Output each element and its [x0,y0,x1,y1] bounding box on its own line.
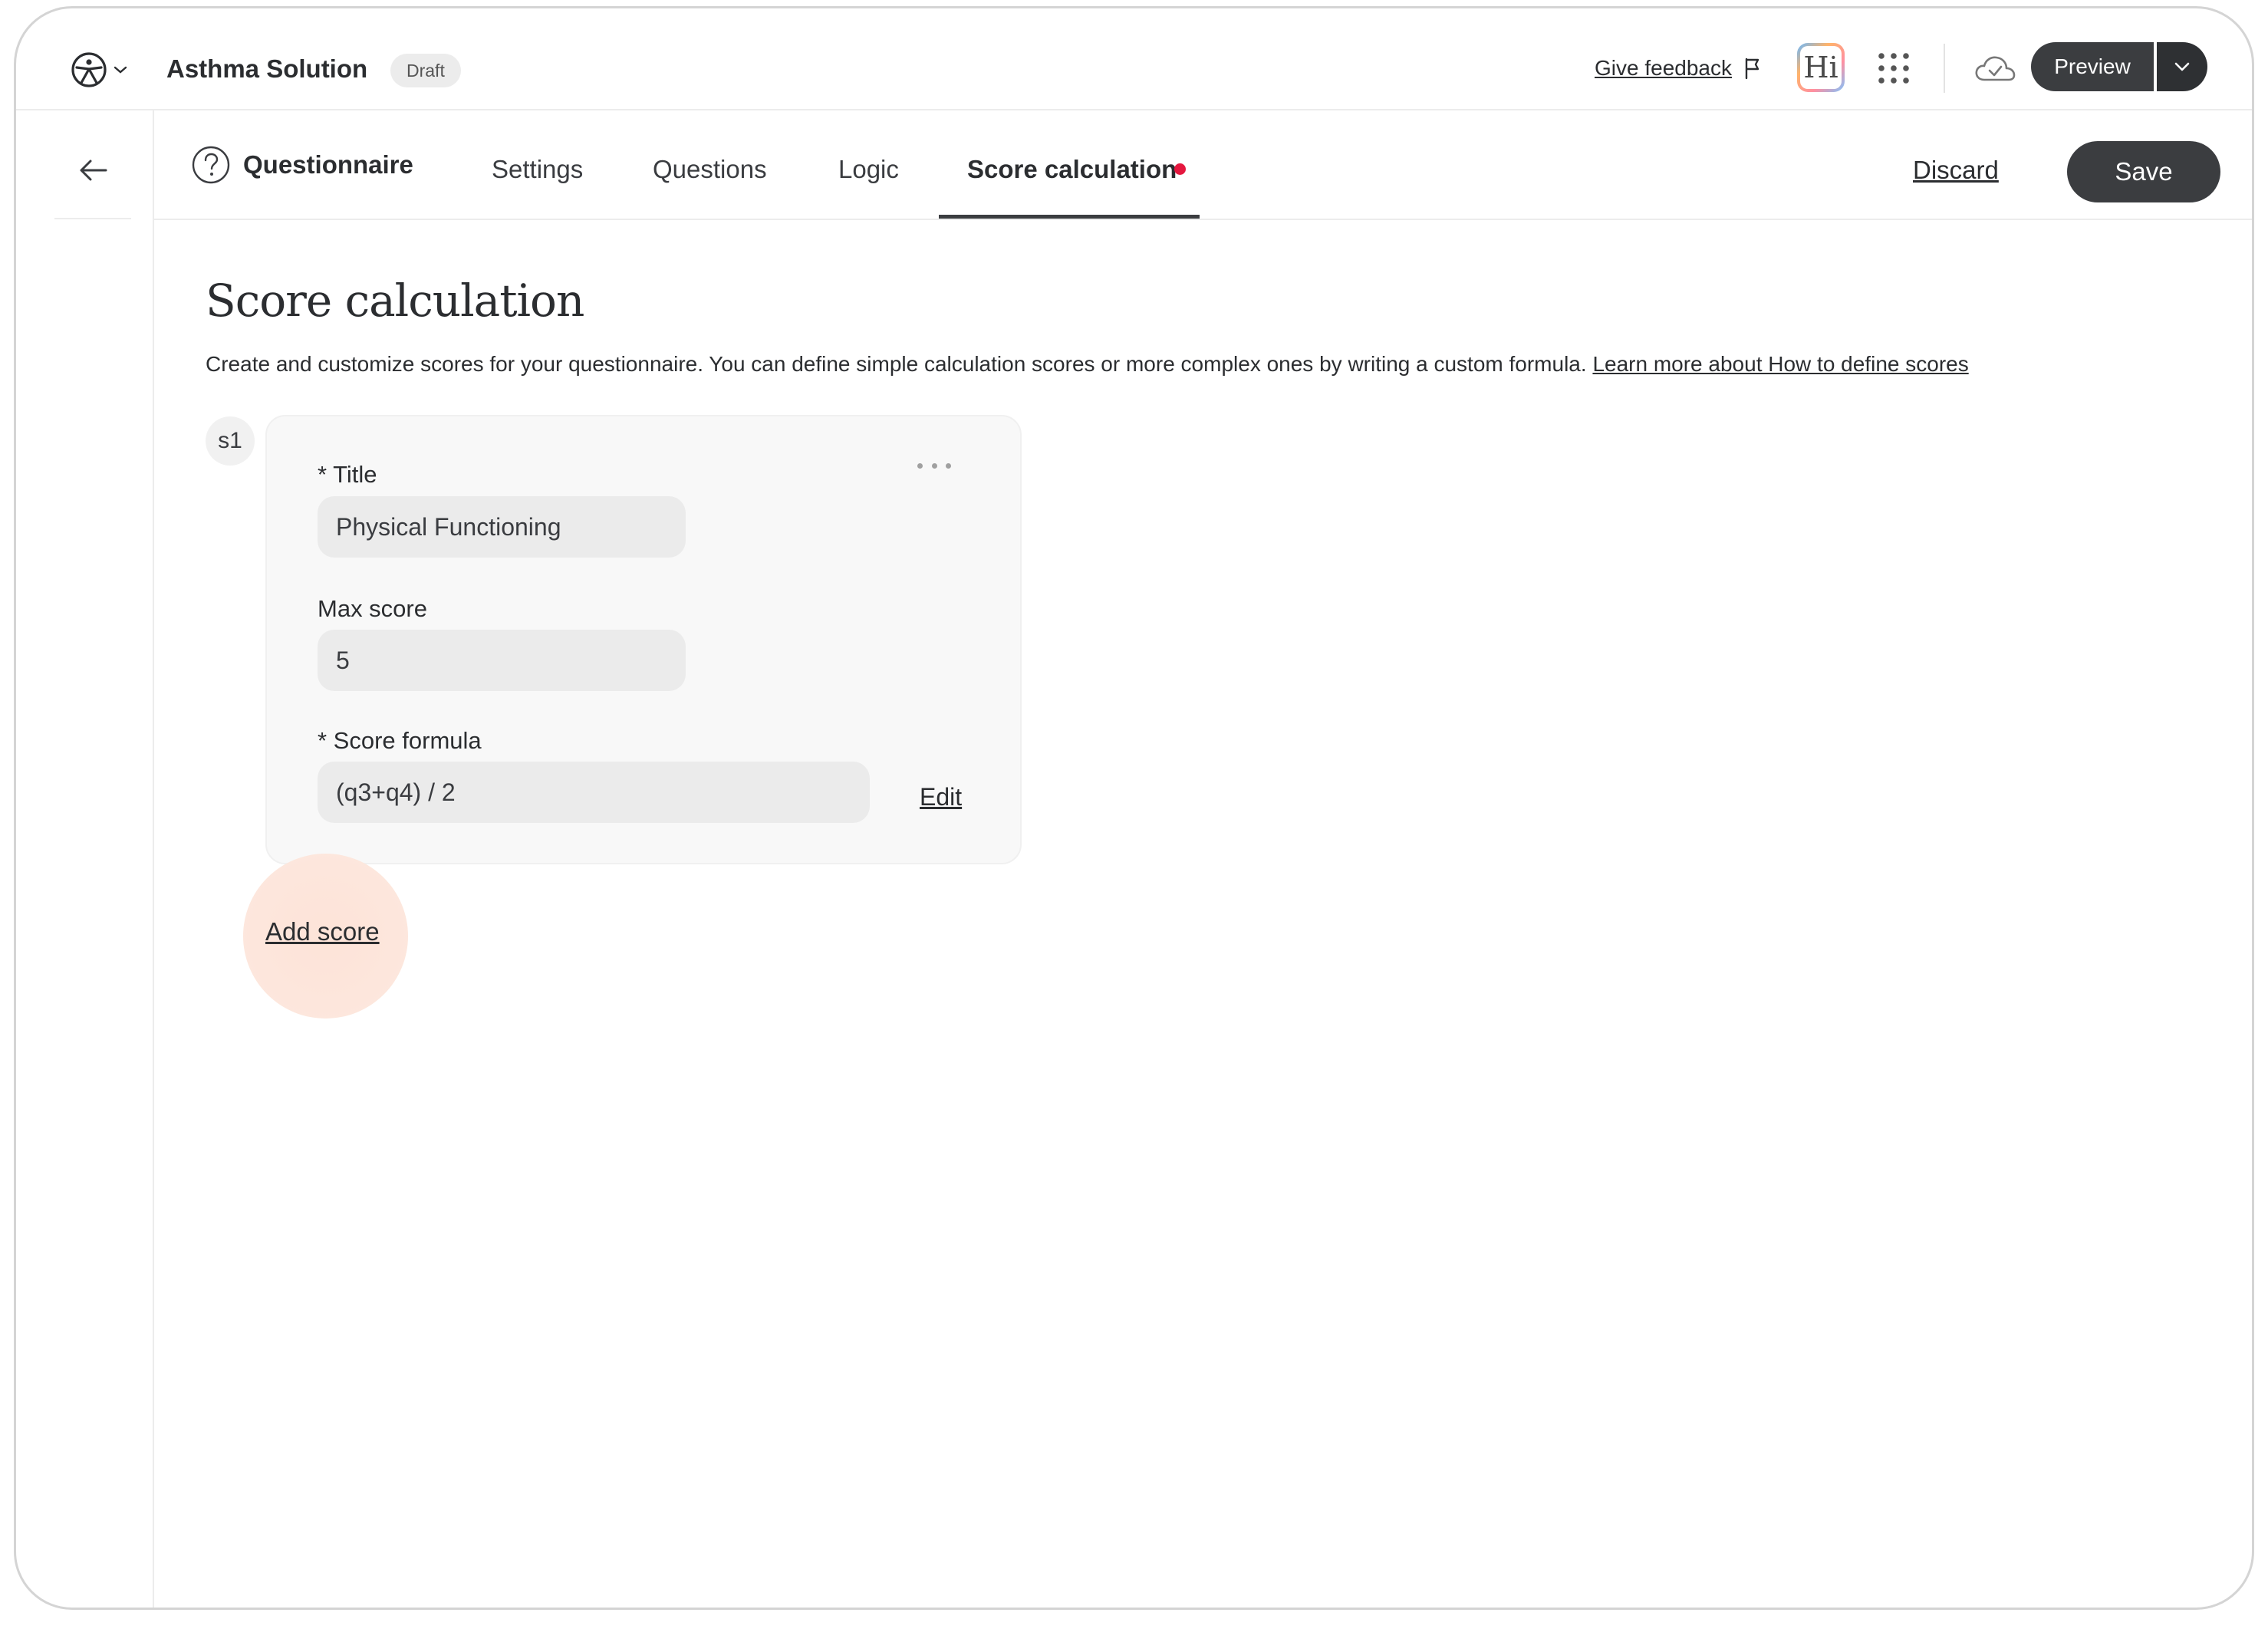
top-header: Asthma Solution Draft Give feedback Hi P… [16,8,2252,110]
page-description: Create and customize scores for your que… [206,352,1969,377]
tab-logic[interactable]: Logic [838,155,899,184]
apps-grid-icon[interactable] [1877,51,1911,85]
chevron-down-icon [114,66,127,74]
cloud-check-icon [1975,56,2016,81]
editor-tabs-bar: Questionnaire Settings Questions Logic S… [154,110,2252,220]
discard-button[interactable]: Discard [1913,156,1999,185]
question-circle-icon [192,146,230,184]
tab-settings[interactable]: Settings [492,155,583,184]
tab-score-calculation[interactable]: Score calculation [967,155,1177,184]
questionnaire-label: Questionnaire [243,150,413,179]
workspace-switcher[interactable] [70,48,131,91]
save-button[interactable]: Save [2067,141,2220,202]
add-score-button[interactable]: Add score [265,917,380,946]
page-description-text: Create and customize scores for your que… [206,352,1587,376]
arrow-left-icon[interactable] [77,153,110,187]
app-title: Asthma Solution [166,54,368,83]
max-score-label: Max score [318,595,427,622]
score-title-input[interactable] [318,496,686,558]
edit-formula-link[interactable]: Edit [920,783,962,811]
page-title: Score calculation [206,275,584,327]
title-field-label: * Title [318,461,377,488]
preview-options-button[interactable] [2157,42,2207,91]
status-badge: Draft [390,54,461,87]
hi-assistant-button[interactable]: Hi [1797,43,1845,92]
preview-button[interactable]: Preview [2031,42,2154,91]
learn-more-link[interactable]: Learn more about How to define scores [1592,352,1968,376]
score-card: * Title Max score * Score formula Edit [265,415,1022,864]
more-horizontal-icon[interactable] [917,458,951,473]
questionnaire-heading: Questionnaire [191,145,413,185]
flag-icon [1745,58,1759,80]
unsaved-changes-dot [1174,163,1186,175]
max-score-input[interactable] [318,630,686,691]
tab-questions[interactable]: Questions [653,155,767,184]
score-formula-label: * Score formula [318,727,482,754]
score-id-badge: s1 [206,416,255,466]
active-tab-indicator [939,215,1200,219]
give-feedback-link[interactable]: Give feedback [1595,56,1763,81]
person-logo-icon [71,52,107,87]
rail-divider [54,218,131,219]
score-formula-input[interactable] [318,762,870,823]
app-window: Asthma Solution Draft Give feedback Hi P… [14,6,2254,1610]
give-feedback-label: Give feedback [1595,56,1732,80]
header-divider [1944,44,1945,93]
left-rail [16,110,154,1608]
chevron-down-icon [2174,62,2190,71]
